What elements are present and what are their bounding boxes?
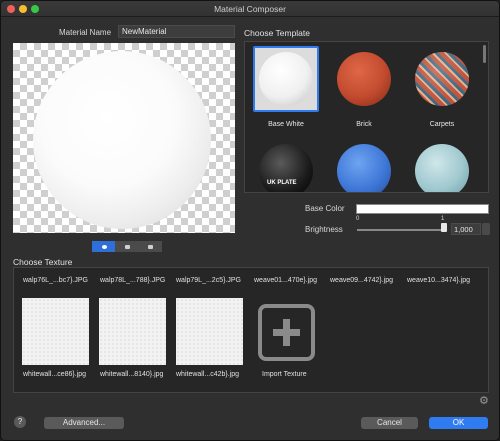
template-scrollbar[interactable] bbox=[483, 45, 486, 63]
template-license-plate[interactable]: UK PLATE bbox=[249, 136, 323, 192]
brightness-field[interactable] bbox=[451, 223, 481, 235]
import-texture-label[interactable]: Import Texture bbox=[262, 371, 307, 378]
aqua-sphere bbox=[415, 144, 469, 192]
brick-sphere bbox=[337, 52, 391, 106]
template-brick[interactable]: Brick bbox=[327, 44, 401, 128]
template-thumb: UK PLATE bbox=[253, 138, 319, 192]
sphere-icon bbox=[102, 245, 107, 249]
base-color-label: Base Color bbox=[305, 204, 345, 213]
template-carpets[interactable]: Carpets bbox=[405, 44, 479, 128]
preview-cube-button[interactable] bbox=[115, 241, 139, 252]
title-bar: Material Composer bbox=[1, 1, 499, 17]
template-base-white[interactable]: Base White bbox=[249, 44, 323, 128]
import-texture-button[interactable] bbox=[258, 304, 315, 361]
template-thumb bbox=[331, 46, 397, 112]
choose-texture-heading: Choose Texture bbox=[13, 257, 73, 267]
preview-sphere-button[interactable] bbox=[92, 241, 116, 252]
help-button[interactable]: ? bbox=[14, 416, 26, 428]
texture-name[interactable]: whitewall...ce86}.jpg bbox=[23, 371, 86, 378]
texture-name[interactable]: whitewall...c42b}.jpg bbox=[176, 371, 239, 378]
texture-thumb-whitewall-2[interactable] bbox=[99, 298, 166, 365]
texture-name[interactable]: walp76L_...bc7}.JPG bbox=[23, 277, 88, 284]
material-composer-window: Material Composer Material Name Choose T… bbox=[0, 0, 500, 441]
ok-button[interactable]: OK bbox=[429, 417, 488, 429]
white-sphere bbox=[259, 52, 313, 106]
template-thumb bbox=[409, 46, 475, 112]
brightness-slider-track[interactable] bbox=[357, 229, 445, 231]
plus-icon bbox=[283, 319, 290, 346]
brightness-slider-knob[interactable] bbox=[441, 223, 447, 232]
template-thumb bbox=[409, 138, 475, 192]
texture-name[interactable]: weave01...470e}.jpg bbox=[254, 277, 317, 284]
carpet-sphere bbox=[415, 52, 469, 106]
plate-sphere: UK PLATE bbox=[259, 144, 313, 192]
blue-sphere bbox=[337, 144, 391, 192]
texture-name[interactable]: walp78L_...788}.JPG bbox=[100, 277, 165, 284]
brightness-stepper[interactable] bbox=[482, 223, 490, 235]
texture-thumb-whitewall-1[interactable] bbox=[22, 298, 89, 365]
brightness-min-label: 0 bbox=[356, 216, 360, 222]
preview-sphere bbox=[33, 51, 211, 229]
plate-text: UK PLATE bbox=[267, 180, 297, 186]
template-blue[interactable] bbox=[327, 136, 401, 192]
texture-name[interactable]: whitewall...8140}.jpg bbox=[100, 371, 163, 378]
template-label: Base White bbox=[268, 121, 304, 128]
material-name-field[interactable] bbox=[118, 25, 235, 38]
texture-thumb-whitewall-3[interactable] bbox=[176, 298, 243, 365]
brightness-label: Brightness bbox=[305, 225, 343, 234]
plane-icon bbox=[148, 245, 153, 249]
template-grid: Base White Brick Carpets UK PLATE bbox=[244, 41, 489, 193]
template-thumb bbox=[331, 138, 397, 192]
texture-name[interactable]: weave10...3474}.jpg bbox=[407, 277, 470, 284]
base-color-well[interactable] bbox=[356, 204, 489, 214]
window-title: Material Composer bbox=[214, 4, 286, 14]
texture-name[interactable]: weave09...4742}.jpg bbox=[330, 277, 393, 284]
cube-icon bbox=[125, 245, 130, 249]
material-name-label: Material Name bbox=[59, 28, 112, 37]
choose-template-heading: Choose Template bbox=[244, 28, 310, 38]
template-label: Brick bbox=[356, 121, 372, 128]
texture-name[interactable]: walp79L_...2c5}.JPG bbox=[176, 277, 241, 284]
brightness-max-label: 1 bbox=[441, 216, 445, 222]
material-preview[interactable] bbox=[13, 43, 235, 233]
advanced-button[interactable]: Advanced... bbox=[44, 417, 124, 429]
template-label: Carpets bbox=[429, 121, 455, 128]
template-thumb bbox=[253, 46, 319, 112]
cancel-button[interactable]: Cancel bbox=[361, 417, 418, 429]
gear-icon[interactable]: ⚙ bbox=[479, 394, 489, 407]
preview-plane-button[interactable] bbox=[138, 241, 162, 252]
template-aqua[interactable] bbox=[405, 136, 479, 192]
